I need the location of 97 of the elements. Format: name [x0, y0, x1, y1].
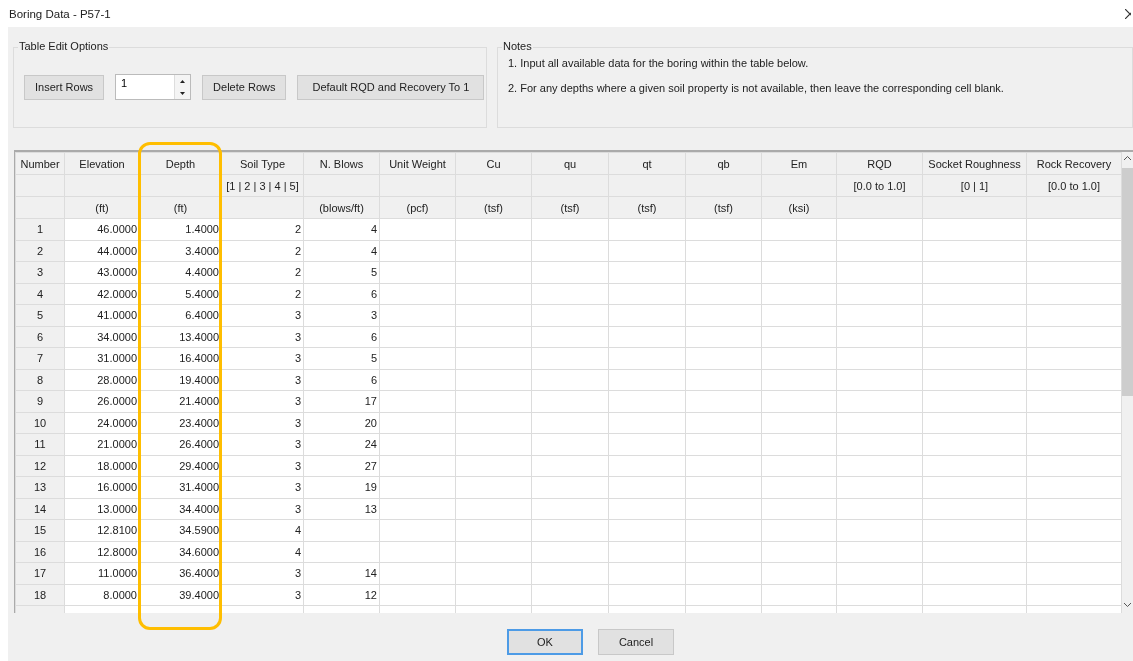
group-title: Table Edit Options — [18, 40, 110, 52]
range-label: [0 | 1] — [960, 179, 989, 192]
table-cell[interactable]: 3 — [294, 352, 301, 365]
scrollbar[interactable] — [1122, 152, 1133, 613]
table-cell[interactable]: 3 — [294, 438, 301, 451]
row-number: 3 — [36, 266, 44, 279]
table-cell[interactable]: 3 — [294, 502, 301, 515]
table-cell[interactable]: 13 — [364, 502, 377, 515]
table-cell[interactable]: 4 — [294, 545, 301, 558]
down-arrow-icon[interactable] — [180, 91, 186, 95]
column-header[interactable]: Cu — [455, 152, 532, 175]
table-cell[interactable]: 4 — [294, 524, 301, 537]
up-arrow-icon[interactable] — [180, 79, 186, 83]
close-icon[interactable] — [1125, 8, 1131, 19]
table-cell[interactable]: 17 — [364, 395, 377, 408]
table-cell[interactable]: 3 — [294, 395, 301, 408]
row-number: 18 — [33, 588, 47, 601]
column-header[interactable]: N. Blows — [303, 152, 380, 175]
column-header[interactable]: qt — [608, 152, 686, 175]
row-number: 1 — [36, 223, 44, 236]
row-number: 16 — [33, 545, 47, 558]
unit-label: (blows/ft) — [319, 201, 364, 214]
row-number: 14 — [33, 502, 47, 515]
table-cell[interactable]: 4 — [370, 223, 377, 236]
table-cell[interactable]: 3 — [294, 330, 301, 343]
table-cell[interactable]: 2 — [294, 266, 301, 279]
row-number: 13 — [33, 481, 47, 494]
row-number: 15 — [33, 524, 47, 537]
table-cell[interactable]: 12 — [364, 588, 377, 601]
row-number: 4 — [36, 287, 44, 300]
group-title: Notes — [502, 40, 533, 52]
column-header[interactable]: Elevation — [64, 152, 140, 175]
row-number: 6 — [36, 330, 44, 343]
column-header[interactable]: RQD — [836, 152, 923, 175]
table-cell[interactable]: 3 — [370, 309, 377, 322]
table-cell[interactable]: 6 — [370, 330, 377, 343]
unit-label: (ksi) — [788, 201, 810, 214]
range-label: [1 | 2 | 3 | 4 | 5] — [226, 179, 299, 192]
table-cell[interactable]: 20 — [364, 416, 377, 429]
table-cell[interactable]: 24 — [364, 438, 377, 451]
table-cell[interactable]: 6 — [370, 287, 377, 300]
row-number: 17 — [33, 567, 47, 580]
table-cell[interactable]: 2 — [294, 287, 301, 300]
row-number: 10 — [33, 416, 47, 429]
table-cell[interactable]: 3 — [294, 416, 301, 429]
row-number: 8 — [36, 373, 44, 386]
column-header[interactable]: Socket Roughness — [922, 152, 1027, 175]
table-cell[interactable]: 2 — [294, 244, 301, 257]
unit-label: (tsf) — [637, 201, 657, 214]
scroll-down-icon[interactable] — [1124, 603, 1131, 607]
table-cell[interactable]: 3 — [294, 459, 301, 472]
table-cell[interactable]: 3 — [294, 309, 301, 322]
table-cell[interactable]: 3 — [294, 373, 301, 386]
column-header[interactable]: Soil Type — [221, 152, 304, 175]
row-number: 11 — [34, 438, 46, 451]
unit-label: (ft) — [173, 201, 188, 214]
table-cell[interactable]: 5 — [370, 266, 377, 279]
unit-label: (tsf) — [714, 201, 733, 214]
table-cell[interactable]: 27 — [364, 459, 377, 472]
window-title: Boring Data - P57-1 — [9, 7, 111, 20]
dialog-button[interactable]: OK — [507, 629, 583, 655]
column-header[interactable]: qu — [531, 152, 609, 175]
unit-label: (tsf) — [560, 201, 580, 214]
column-header[interactable]: Em — [761, 152, 837, 175]
note-text: 2. For any depths where a given soil property is not available, then leave the corresponding cell blank. — [508, 82, 1005, 94]
unit-label: (tsf) — [484, 201, 503, 214]
table-cell[interactable]: 3 — [294, 588, 301, 601]
row-number: 5 — [36, 309, 44, 322]
table-cell[interactable]: 4 — [370, 244, 377, 257]
range-label: [0.0 to 1.0] — [1048, 179, 1100, 192]
table-cell[interactable]: 6 — [370, 373, 377, 386]
column-header[interactable]: Rock Recovery — [1026, 152, 1122, 175]
range-label: [0.0 to 1.0] — [853, 179, 906, 192]
row-number: 9 — [36, 395, 44, 408]
column-header[interactable]: qb — [685, 152, 762, 175]
scroll-up-icon[interactable] — [1124, 156, 1131, 160]
dialog-button[interactable]: Cancel — [598, 629, 674, 655]
default-rqd-button[interactable]: Default RQD and Recovery To 1 — [297, 74, 485, 100]
insert-rows-button[interactable]: Insert Rows — [24, 74, 105, 100]
column-header[interactable]: Depth — [139, 152, 222, 175]
row-number: 2 — [36, 244, 44, 257]
scroll-thumb[interactable] — [1122, 168, 1133, 396]
row-number: 12 — [33, 459, 47, 472]
table-cell[interactable]: 3 — [294, 481, 301, 494]
unit-label: (pcf) — [406, 201, 429, 214]
note-text: 1. Input all available data for the boring within the table below. — [508, 57, 810, 69]
table-cell[interactable]: 19 — [364, 481, 377, 494]
row-count-spinner[interactable]: 1 — [115, 74, 192, 100]
delete-rows-button[interactable]: Delete Rows — [202, 74, 287, 100]
table-cell[interactable]: 14 — [364, 567, 377, 580]
table-cell[interactable]: 5 — [370, 352, 377, 365]
row-number: 7 — [36, 352, 44, 365]
table-cell[interactable]: 2 — [294, 223, 301, 236]
table-cell[interactable]: 3 — [294, 567, 301, 580]
column-header[interactable]: Unit Weight — [379, 152, 456, 175]
unit-label: (ft) — [95, 201, 109, 214]
column-header[interactable]: Number — [15, 152, 65, 175]
